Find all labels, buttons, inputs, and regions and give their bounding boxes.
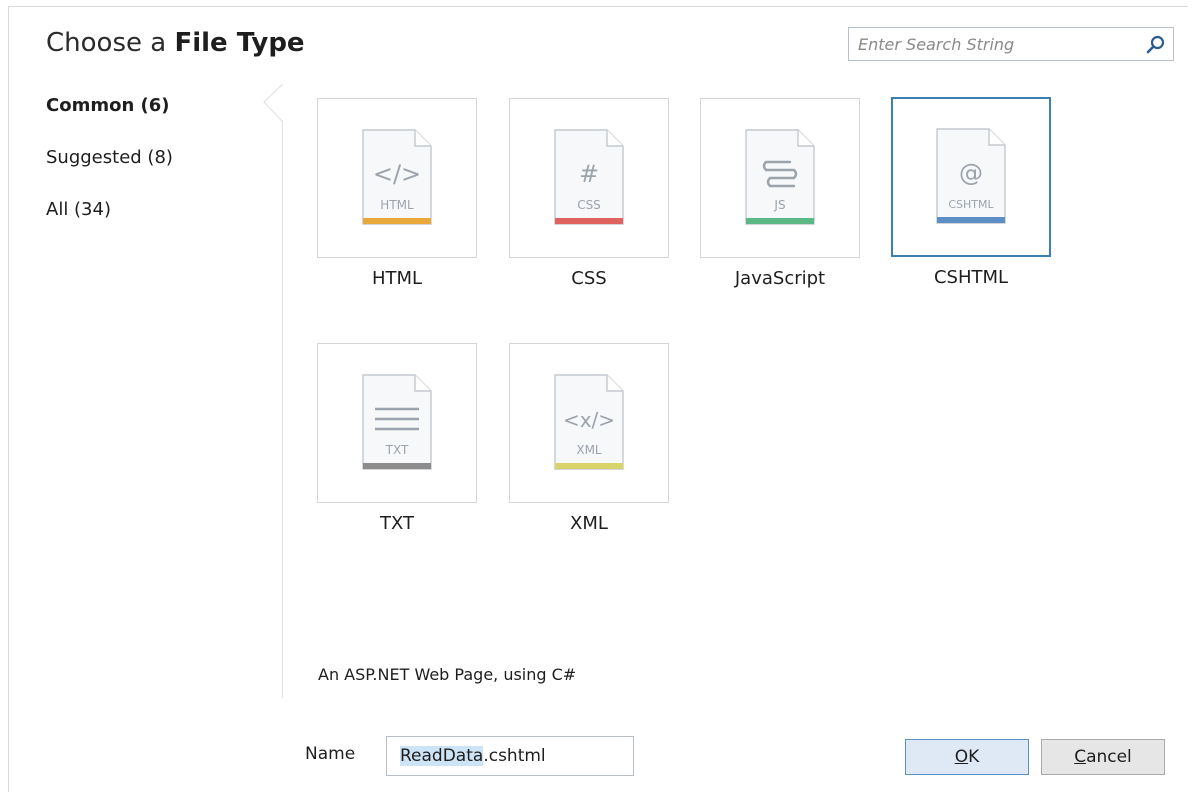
tile-label: CSHTML	[933, 267, 1009, 288]
type-color-stripe	[937, 217, 1005, 223]
tile-label: TXT	[379, 513, 414, 534]
html-file-icon: HTML </>	[362, 129, 432, 225]
badge-text: JS	[773, 198, 785, 212]
badge-text: XML	[576, 443, 602, 457]
tile-label: HTML	[371, 268, 423, 289]
ok-button[interactable]: OK	[905, 739, 1029, 775]
type-glyph: @	[959, 159, 983, 187]
tile-label: JavaScript	[734, 268, 826, 289]
page-fold	[414, 375, 431, 392]
panel-divider	[282, 120, 283, 698]
file-type-tile-xml[interactable]: XML <x/> XML	[509, 343, 669, 534]
javascript-file-icon: JS	[745, 129, 815, 225]
sidebar-item-common[interactable]: Common (6)	[46, 92, 266, 144]
page-fold	[414, 130, 431, 147]
badge-text: HTML	[380, 198, 414, 212]
type-color-stripe	[555, 463, 623, 469]
type-glyph: #	[579, 160, 599, 188]
cancel-button[interactable]: Cancel	[1041, 739, 1165, 775]
badge-text: CSHTML	[948, 198, 994, 211]
file-type-tile-txt[interactable]: TXT TXT	[317, 343, 477, 534]
file-type-tile-html[interactable]: HTML </> HTML	[317, 98, 477, 289]
tile-label: XML	[570, 513, 608, 534]
type-color-stripe	[363, 218, 431, 224]
tile-label: CSS	[571, 268, 607, 289]
name-input[interactable]: ReadData.cshtml	[386, 736, 634, 776]
search-icon[interactable]	[1145, 34, 1167, 56]
search-box[interactable]	[848, 27, 1174, 61]
sidebar-item-suggested[interactable]: Suggested (8)	[46, 144, 266, 196]
file-type-tile-javascript[interactable]: JS JavaScript	[700, 98, 860, 289]
type-color-stripe	[363, 463, 431, 469]
css-file-icon: CSS #	[554, 129, 624, 225]
badge-text: CSS	[577, 198, 601, 212]
txt-file-icon: TXT	[362, 374, 432, 470]
type-glyph: </>	[373, 160, 421, 188]
xml-file-icon: XML <x/>	[554, 374, 624, 470]
dialog-title: Choose a File Type	[46, 28, 305, 58]
type-glyph: <x/>	[563, 408, 615, 432]
file-type-tile-css[interactable]: CSS # CSS	[509, 98, 669, 289]
type-color-stripe	[555, 218, 623, 224]
selection-notch	[263, 84, 284, 123]
file-type-description: An ASP.NET Web Page, using C#	[318, 665, 577, 684]
file-type-tile-cshtml[interactable]: CSHTML @ CSHTML	[891, 97, 1051, 288]
badge-text: TXT	[385, 443, 409, 457]
category-sidebar: Common (6) Suggested (8) All (34)	[46, 92, 266, 248]
name-extension-text: .cshtml	[483, 746, 546, 766]
type-color-stripe	[746, 218, 814, 224]
name-selected-text: ReadData	[400, 746, 484, 766]
cshtml-file-icon: CSHTML @	[936, 128, 1006, 224]
sidebar-item-all[interactable]: All (34)	[46, 196, 266, 248]
search-input[interactable]	[849, 28, 1135, 60]
name-label: Name	[305, 744, 356, 764]
